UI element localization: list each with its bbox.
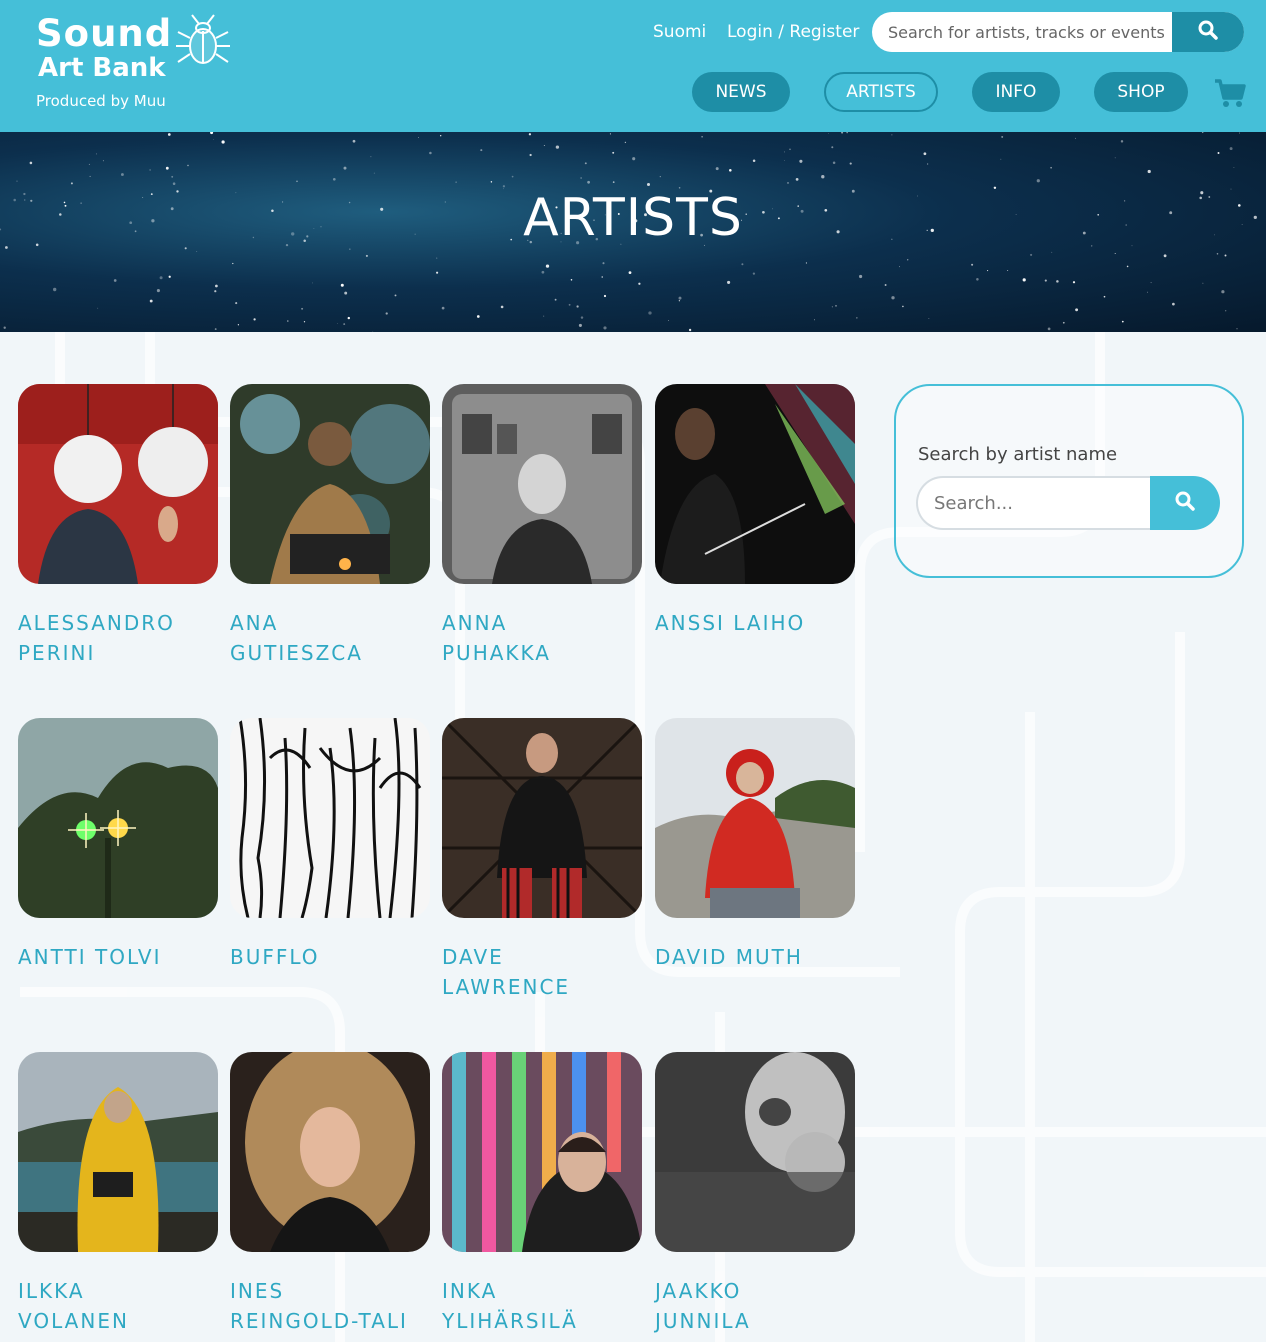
artist-name[interactable]: INES REINGOLD-TALI xyxy=(230,1276,410,1336)
artist-photo[interactable] xyxy=(442,384,642,584)
artist-photo[interactable] xyxy=(655,718,855,918)
artist-name[interactable]: ALESSANDRO PERINI xyxy=(18,608,198,668)
global-search xyxy=(872,12,1244,52)
page-title: ARTISTS xyxy=(523,188,743,248)
artist-photo[interactable] xyxy=(442,718,642,918)
artist-name[interactable]: ANNA PUHAKKA xyxy=(442,608,622,668)
language-link[interactable]: Suomi xyxy=(653,22,706,42)
artist-photo[interactable] xyxy=(18,1052,218,1252)
artist-name[interactable]: ANSSI LAIHO xyxy=(655,608,835,638)
artist-card[interactable]: ALESSANDRO PERINI xyxy=(18,384,218,668)
artist-search-input[interactable] xyxy=(916,476,1150,530)
logo-text-line1: Sound xyxy=(36,12,173,55)
artist-card[interactable]: ANTTI TOLVI xyxy=(18,718,218,972)
artist-photo[interactable] xyxy=(655,384,855,584)
artist-search-panel: Search by artist name xyxy=(894,384,1244,578)
nav-info[interactable]: INFO xyxy=(972,72,1060,112)
artist-card[interactable]: INES REINGOLD-TALI xyxy=(230,1052,430,1336)
artist-name[interactable]: ILKKA VOLANEN xyxy=(18,1276,198,1336)
beetle-icon xyxy=(172,12,234,78)
search-icon xyxy=(1175,491,1195,515)
artist-card[interactable]: ANSSI LAIHO xyxy=(655,384,855,638)
artist-name[interactable]: ANTTI TOLVI xyxy=(18,942,198,972)
global-search-button[interactable] xyxy=(1172,12,1244,52)
logo-tagline: Produced by Muu xyxy=(36,92,166,110)
nav-shop[interactable]: SHOP xyxy=(1094,72,1188,112)
artist-photo[interactable] xyxy=(230,384,430,584)
global-search-input[interactable] xyxy=(872,12,1172,52)
artist-name[interactable]: DAVE LAWRENCE xyxy=(442,942,622,1002)
artist-card[interactable]: INKA YLIHÄRSILÄ xyxy=(442,1052,642,1336)
site-header: Sound Art Bank Produced by Muu Suomi Log… xyxy=(0,0,1266,132)
artist-card[interactable]: ILKKA VOLANEN xyxy=(18,1052,218,1336)
artist-photo[interactable] xyxy=(442,1052,642,1252)
artist-card[interactable]: DAVID MUTH xyxy=(655,718,855,972)
search-icon xyxy=(1198,20,1218,44)
nav-news[interactable]: NEWS xyxy=(692,72,790,112)
site-logo[interactable]: Sound Art Bank Produced by Muu xyxy=(36,12,173,111)
artist-card[interactable]: DAVE LAWRENCE xyxy=(442,718,642,1002)
artist-name[interactable]: INKA YLIHÄRSILÄ xyxy=(442,1276,622,1336)
artist-photo[interactable] xyxy=(230,718,430,918)
nav-artists[interactable]: ARTISTS xyxy=(824,72,938,112)
login-register-link[interactable]: Login / Register xyxy=(727,22,859,42)
cart-icon[interactable] xyxy=(1214,78,1246,112)
artist-search-label: Search by artist name xyxy=(918,444,1118,465)
artist-card[interactable]: ANA GUTIESZCA xyxy=(230,384,430,668)
artist-name[interactable]: JAAKKO JUNNILA xyxy=(655,1276,835,1336)
artist-card[interactable]: JAAKKO JUNNILA xyxy=(655,1052,855,1336)
artist-photo[interactable] xyxy=(18,384,218,584)
artist-search-button[interactable] xyxy=(1150,476,1220,530)
artist-photo[interactable] xyxy=(230,1052,430,1252)
artist-card[interactable]: ANNA PUHAKKA xyxy=(442,384,642,668)
artist-photo[interactable] xyxy=(655,1052,855,1252)
artist-name[interactable]: DAVID MUTH xyxy=(655,942,835,972)
artist-name[interactable]: ANA GUTIESZCA xyxy=(230,608,410,668)
hero-banner: ARTISTS xyxy=(0,132,1266,332)
artist-name[interactable]: BUFFLO xyxy=(230,942,410,972)
artist-card[interactable]: BUFFLO xyxy=(230,718,430,972)
artist-photo[interactable] xyxy=(18,718,218,918)
logo-text-line2: Art Bank xyxy=(38,53,166,83)
